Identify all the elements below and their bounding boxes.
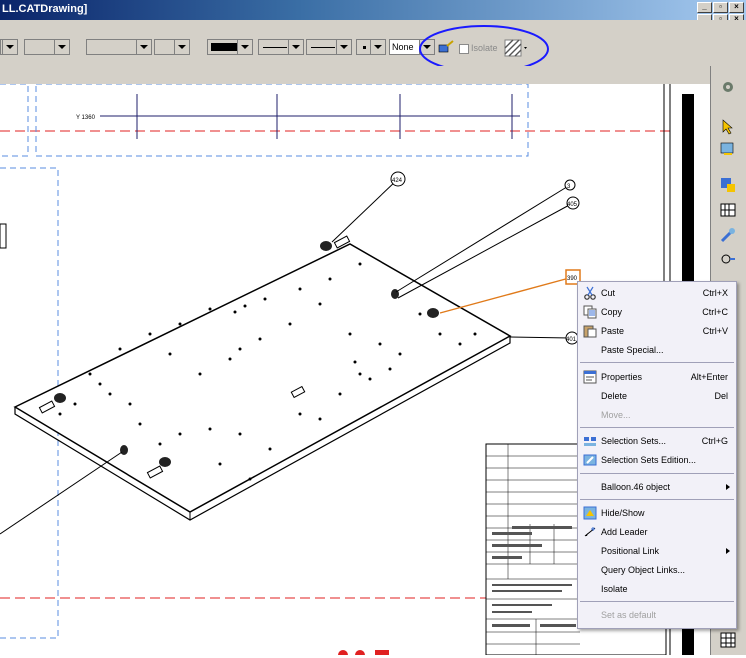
menu-shortcut-selection-sets: Ctrl+G: [701, 436, 728, 446]
menu-item-selection-sets-edition[interactable]: Selection Sets Edition...: [578, 451, 736, 469]
color-swatch: [211, 43, 237, 51]
linetype-combo[interactable]: [258, 39, 304, 55]
menu-item-paste-special[interactable]: Paste Special...: [578, 341, 736, 359]
menu-label-delete: Delete: [601, 391, 628, 401]
menu-shortcut-cut: Ctrl+X: [702, 288, 728, 298]
menu-label-selection-sets: Selection Sets...: [601, 436, 667, 446]
properties-icon: [583, 370, 597, 384]
menu-shortcut-properties: Alt+Enter: [690, 372, 728, 382]
menu-label-set-as-default: Set as default: [601, 610, 657, 620]
menu-item-isolate[interactable]: Isolate: [578, 580, 736, 598]
hide-show-icon: [583, 506, 597, 520]
context-menu: Cut Ctrl+X Copy Ctrl+C Paste Ctrl+V Past…: [577, 281, 737, 629]
select-arrow-icon[interactable]: [719, 118, 737, 136]
menu-label-balloon-object: Balloon.46 object: [601, 482, 671, 492]
menu-label-isolate: Isolate: [601, 584, 628, 594]
copy-icon: [583, 305, 597, 319]
view-icon[interactable]: [719, 176, 737, 194]
scissors-icon: [584, 286, 596, 300]
menu-label-query-object-links: Query Object Links...: [601, 565, 686, 575]
menu-shortcut-copy: Ctrl+C: [702, 307, 728, 317]
submenu-arrow-icon: [726, 484, 730, 490]
balloon-424[interactable]: 424: [392, 178, 403, 184]
menu-separator: [580, 499, 734, 500]
font-combo[interactable]: [24, 39, 70, 55]
close-button[interactable]: ×: [729, 2, 744, 13]
window-titlebar: LL.CATDrawing] _ ▫ × _ ▫ ×: [0, 0, 746, 25]
color-combo[interactable]: [207, 39, 253, 55]
menu-shortcut-delete: Del: [714, 391, 728, 401]
menu-label-copy: Copy: [601, 307, 623, 317]
paste-icon: [583, 325, 597, 338]
menu-item-copy[interactable]: Copy Ctrl+C: [578, 303, 736, 321]
menu-label-cut: Cut: [601, 288, 616, 298]
menu-item-set-as-default: Set as default: [578, 606, 736, 624]
menu-label-paste: Paste: [601, 326, 625, 336]
style-combo[interactable]: [0, 39, 18, 55]
restore-button[interactable]: ▫: [713, 2, 728, 13]
table-icon[interactable]: [719, 631, 737, 649]
menu-label-positional-link: Positional Link: [601, 546, 660, 556]
sheet-icon[interactable]: [719, 140, 737, 158]
menu-item-properties[interactable]: Properties Alt+Enter: [578, 368, 736, 386]
menu-item-add-leader[interactable]: Add Leader: [578, 523, 736, 541]
selection-sets-edition-icon: [583, 454, 597, 466]
menu-item-selection-sets[interactable]: Selection Sets... Ctrl+G: [578, 432, 736, 450]
menu-label-hide-show: Hide/Show: [601, 508, 645, 518]
balloon-405[interactable]: 405: [567, 202, 578, 208]
menu-label-add-leader: Add Leader: [601, 527, 648, 537]
menu-item-cut[interactable]: Cut Ctrl+X: [578, 284, 736, 302]
balloon-401[interactable]: 401: [566, 337, 577, 343]
menu-item-hide-show[interactable]: Hide/Show: [578, 504, 736, 522]
gear-icon[interactable]: [719, 78, 737, 96]
menu-label-properties: Properties: [601, 372, 643, 382]
secondary-toolbar: [0, 66, 746, 85]
menu-label-selection-sets-edition: Selection Sets Edition...: [601, 455, 697, 465]
dimension-icon[interactable]: [719, 250, 737, 268]
window-title: LL.CATDrawing]: [2, 3, 88, 15]
menu-item-query-object-links[interactable]: Query Object Links...: [578, 561, 736, 579]
layer-combo[interactable]: [154, 39, 190, 55]
menu-label-paste-special: Paste Special...: [601, 345, 664, 355]
wrench-icon[interactable]: [719, 226, 737, 244]
dim-label: Y 1360: [76, 115, 96, 121]
point-combo[interactable]: [356, 39, 386, 55]
menu-item-delete[interactable]: Delete Del: [578, 387, 736, 405]
menu-label-move: Move...: [601, 410, 631, 420]
menu-item-positional-link[interactable]: Positional Link: [578, 542, 736, 560]
selection-sets-icon: [584, 437, 596, 446]
submenu-arrow-icon: [726, 548, 730, 554]
menu-separator: [580, 473, 734, 474]
menu-separator: [580, 427, 734, 428]
menu-item-balloon-object[interactable]: Balloon.46 object: [578, 478, 736, 496]
font-size-combo[interactable]: [86, 39, 152, 55]
menu-item-paste[interactable]: Paste Ctrl+V: [578, 322, 736, 340]
menu-item-move: Move...: [578, 406, 736, 424]
grid-icon[interactable]: [719, 202, 737, 220]
pattern-value: None: [392, 42, 414, 52]
minimize-button[interactable]: _: [697, 2, 712, 13]
thickness-combo[interactable]: [306, 39, 352, 55]
add-leader-icon: [584, 527, 596, 537]
menu-separator: [580, 362, 734, 363]
menu-shortcut-paste: Ctrl+V: [702, 326, 728, 336]
menu-separator: [580, 601, 734, 602]
